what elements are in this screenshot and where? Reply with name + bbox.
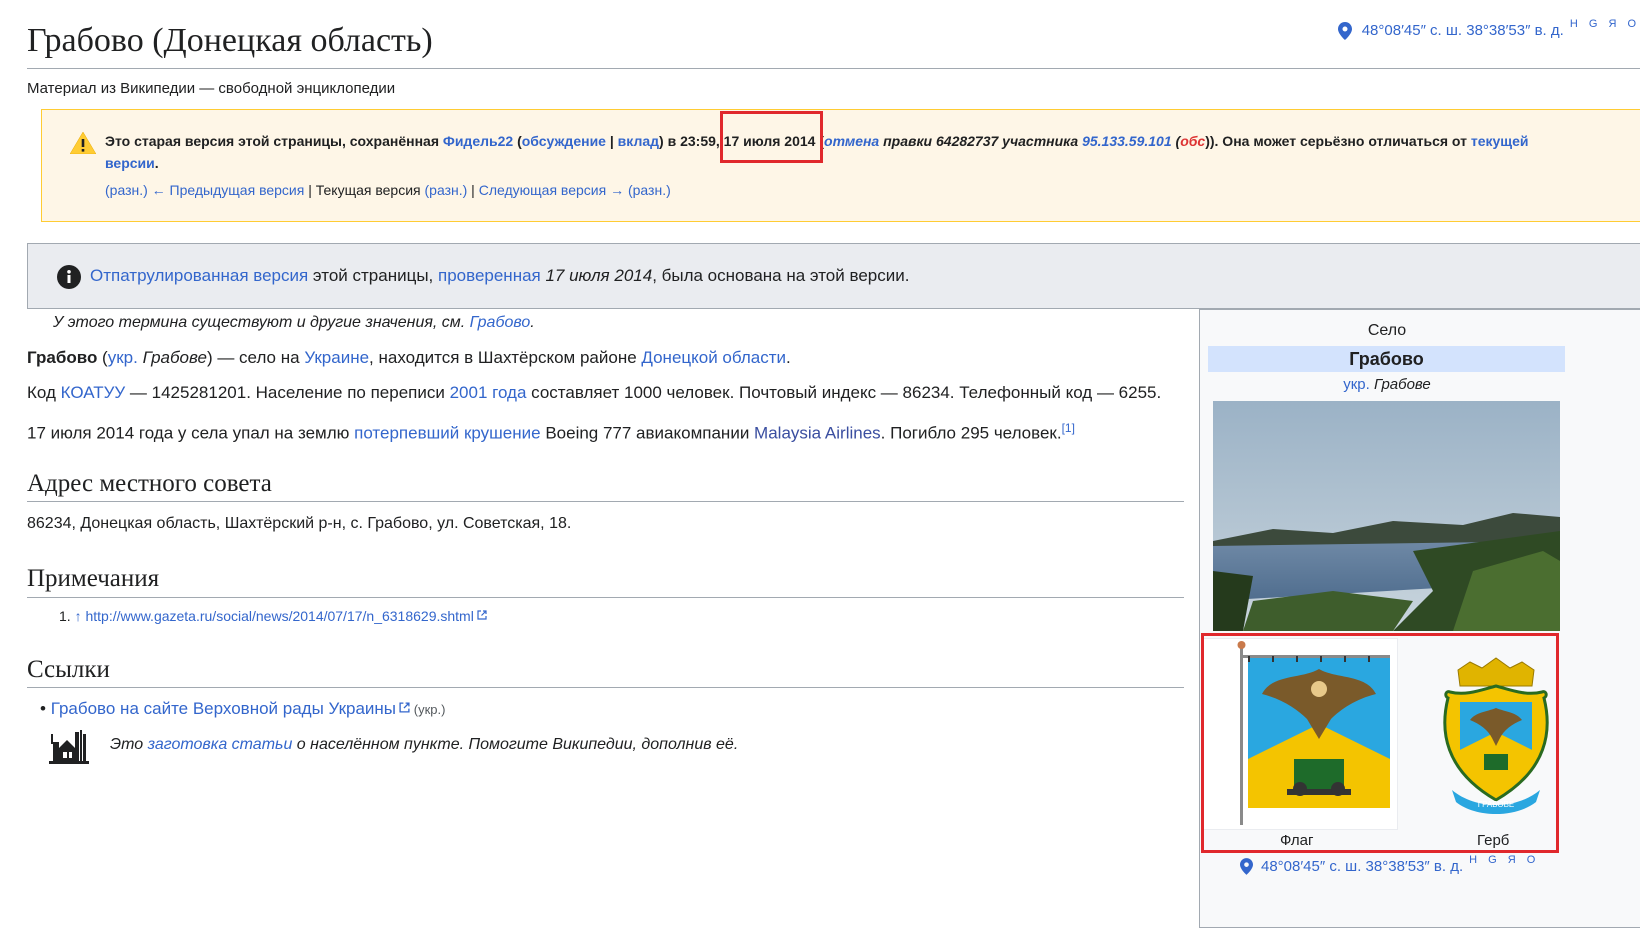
address-text: 86234, Донецкая область, Шахтёрский р-н,… — [27, 515, 572, 532]
page-title: Грабово (Донецкая область) — [27, 22, 433, 59]
external-link-item: • Грабово на сайте Верховной рады Украин… — [40, 698, 446, 718]
language-label: (укр.) — [413, 702, 446, 717]
reference-1-link[interactable]: [1] — [1062, 421, 1075, 435]
infobox-type: Село — [1367, 322, 1407, 339]
infobox-native-name: укр. Грабове — [1343, 376, 1431, 393]
title-divider — [27, 68, 1640, 69]
patrolled-version-notice: Отпатрулированная версия этой страницы, … — [27, 243, 1640, 309]
coordinates-link[interactable]: 48°08′45″ с. ш. 38°38′53″ в. д. — [1362, 22, 1564, 39]
date-highlight-box — [720, 111, 823, 163]
coordinates-top[interactable]: 48°08′45″ с. ш. 38°38′53″ в. д. H G Я O — [1337, 18, 1640, 44]
disambiguation-link[interactable]: Грабово — [470, 314, 531, 331]
old-revision-notice: Это старая версия этой страницы, сохранё… — [41, 109, 1640, 222]
map-pin-icon[interactable] — [1240, 858, 1253, 879]
koatuu-link[interactable]: КОАТУУ — [61, 383, 126, 402]
current-version-label: Текущая версия — [315, 182, 421, 198]
revision-navigation: (разн.) ← Предыдущая версия | Текущая ве… — [105, 182, 671, 198]
section-heading-address: Адрес местного совета — [27, 470, 272, 497]
coordinate-map-letters[interactable]: H G Я O — [1570, 18, 1640, 30]
malaysia-airlines-link[interactable]: Malaysia Airlines — [754, 424, 881, 443]
crash-paragraph: 17 июля 2014 года у села упал на землю п… — [27, 421, 1075, 443]
external-link-icon — [399, 698, 410, 713]
koatuu-paragraph: Код КОАТУУ — 1425281201. Население по пе… — [27, 383, 1162, 402]
external-link-icon — [477, 607, 487, 620]
diff-link-3[interactable]: (разн.) — [624, 182, 671, 198]
site-subtitle: Материал из Википедии — свободной энцикл… — [27, 80, 396, 97]
checked-link[interactable]: проверенная — [438, 266, 541, 285]
intro-paragraph: Грабово (укр. Грабове) — село на Украине… — [27, 348, 791, 367]
ukr-language-link[interactable]: укр. — [108, 348, 138, 367]
revision-info-text: Это старая версия этой страницы, сохранё… — [105, 133, 1529, 171]
verkhovna-rada-link[interactable]: Грабово на сайте Верховной рады Украины — [51, 699, 396, 718]
images-highlight-box — [1201, 633, 1559, 853]
infobox-ukr-link[interactable]: укр. — [1343, 376, 1370, 393]
section-divider — [27, 687, 1184, 688]
infobox-title: Грабово — [1208, 346, 1565, 372]
undo-link[interactable]: отмена — [824, 133, 879, 149]
infobox-coordinates[interactable]: 48°08′45″ с. ш. 38°38′53″ в. д. H G Я O — [1240, 854, 1539, 879]
diff-link-2[interactable]: (разн.) — [421, 182, 468, 198]
crash-link[interactable]: потерпевший крушение — [354, 424, 540, 443]
section-heading-links: Ссылки — [27, 656, 110, 683]
section-divider — [27, 597, 1184, 598]
section-heading-notes: Примечания — [27, 565, 160, 592]
reference-list-item: 1. ↑ http://www.gazeta.ru/social/news/20… — [59, 607, 487, 624]
census-2001-link[interactable]: 2001 года — [450, 383, 527, 402]
info-icon — [57, 265, 81, 294]
infobox-photo[interactable] — [1213, 401, 1560, 631]
reference-url-link[interactable]: http://www.gazeta.ru/social/news/2014/07… — [85, 608, 473, 624]
diff-link-1[interactable]: (разн.) — [105, 182, 148, 198]
user-contrib-link[interactable]: вклад — [618, 133, 659, 149]
ukraine-link[interactable]: Украине — [304, 348, 369, 367]
stub-link[interactable]: заготовка статьи — [148, 736, 293, 753]
settlement-stub-icon — [49, 728, 89, 769]
user-talk-link[interactable]: обсуждение — [522, 133, 606, 149]
hatnote: У этого термина существуют и другие знач… — [53, 314, 535, 331]
infobox-map-letters[interactable]: H G Я O — [1469, 854, 1539, 866]
map-pin-icon[interactable] — [1337, 22, 1352, 44]
stub-notice: Это заготовка статьи о населённом пункте… — [110, 736, 739, 753]
ip-talk-link[interactable]: обс — [1180, 133, 1205, 149]
reference-backlink[interactable]: ↑ — [75, 608, 82, 624]
next-version-link[interactable]: Следующая версия → — [479, 182, 624, 198]
patrolled-version-link[interactable]: Отпатрулированная версия — [90, 266, 308, 285]
revision-user-link[interactable]: Фидель22 — [443, 133, 513, 149]
infobox-coordinates-link[interactable]: 48°08′45″ с. ш. 38°38′53″ в. д. — [1261, 858, 1463, 875]
warning-icon — [69, 131, 97, 159]
patrolled-text: Отпатрулированная версия этой страницы, … — [90, 266, 910, 285]
donetsk-oblast-link[interactable]: Донецкой области — [641, 348, 786, 367]
previous-version-link[interactable]: ← Предыдущая версия — [152, 182, 305, 198]
ip-user-link[interactable]: 95.133.59.101 — [1082, 133, 1172, 149]
section-divider — [27, 501, 1184, 502]
